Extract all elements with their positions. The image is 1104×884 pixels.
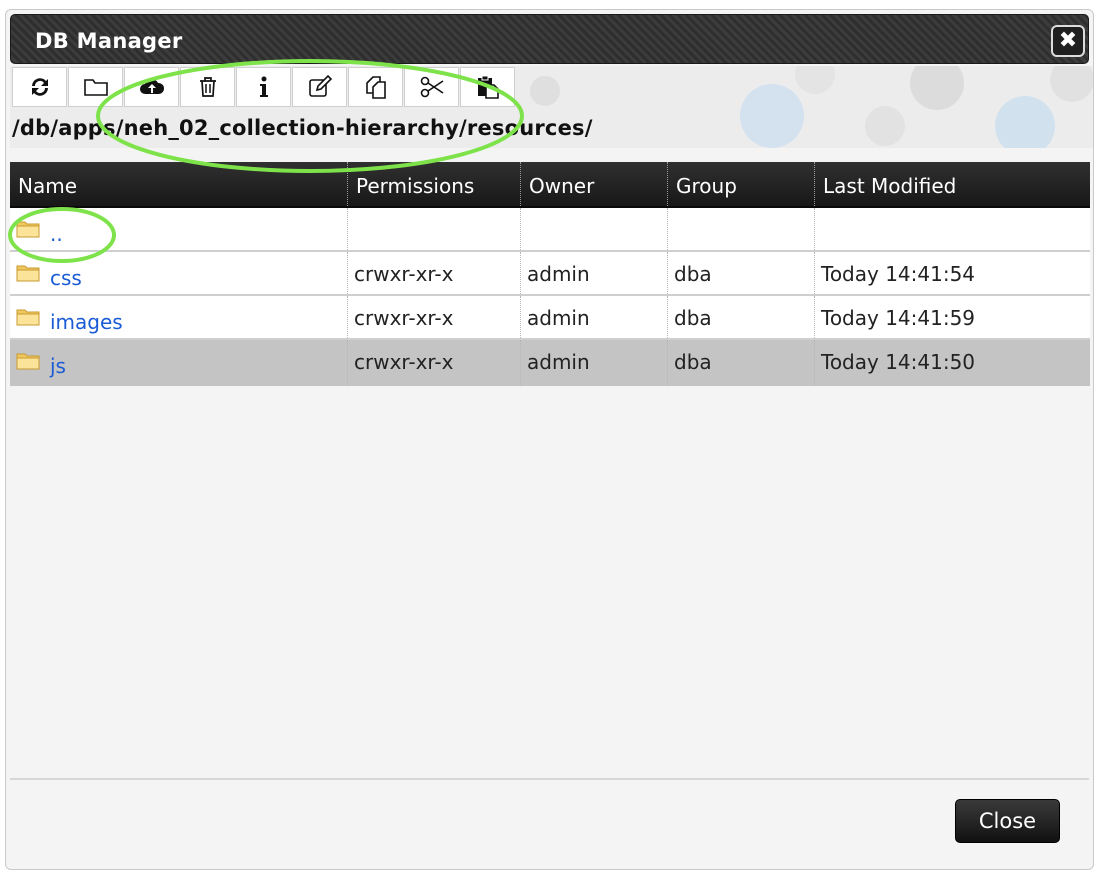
column-header-permissions[interactable]: Permissions [348, 162, 521, 206]
modified-cell: Today 14:41:50 [821, 350, 976, 374]
refresh-button[interactable] [12, 67, 67, 107]
name-cell: css [10, 252, 348, 294]
paste-icon [477, 75, 499, 99]
trash-icon [199, 77, 216, 97]
permissions-cell: crwxr-xr-x [348, 340, 521, 386]
name-cell: images [10, 296, 348, 338]
group-cell: dba [668, 296, 815, 338]
toolbar-area: /db/apps/neh_02_collection-hierarchy/res… [10, 66, 1093, 148]
info-button[interactable] [236, 67, 291, 107]
folder-icon [83, 79, 108, 96]
owner-cell: admin [521, 340, 668, 386]
modified-cell [815, 208, 1090, 250]
cut-button[interactable] [404, 67, 459, 107]
column-header-owner[interactable]: Owner [521, 162, 668, 206]
collection-table: Name Permissions Owner Group Last Modifi… [10, 162, 1090, 386]
group-cell [668, 208, 815, 250]
permissions-cell: crwxr-xr-x [348, 296, 521, 338]
owner-cell: admin [521, 296, 668, 338]
owner-cell: admin [521, 252, 668, 294]
new-collection-button[interactable] [68, 67, 123, 107]
name-cell: js [10, 340, 348, 386]
scissors-icon [420, 76, 443, 98]
cloud-upload-icon [139, 79, 164, 94]
folder-icon [16, 353, 40, 370]
footer-divider [10, 778, 1089, 780]
folder-icon [16, 309, 40, 326]
folder-icon [16, 265, 40, 282]
column-header-group[interactable]: Group [668, 162, 815, 206]
table-row[interactable]: .. [10, 208, 1090, 252]
table-row-selected[interactable]: js crwxr-xr-x admin dba Today 14:41:50 [10, 340, 1090, 386]
table-header: Name Permissions Owner Group Last Modifi… [10, 162, 1090, 208]
table-row[interactable]: images crwxr-xr-x admin dba Today 14:41:… [10, 296, 1090, 340]
collection-link[interactable]: images [50, 310, 123, 334]
refresh-icon [31, 78, 48, 96]
info-icon [259, 76, 268, 97]
close-button[interactable]: Close [955, 799, 1060, 843]
dialog-titlebar: DB Manager ✖ [10, 14, 1089, 64]
copy-icon [365, 76, 386, 99]
paste-button[interactable] [460, 67, 515, 107]
modified-cell: Today 14:41:54 [821, 262, 976, 286]
folder-icon [16, 221, 40, 238]
permissions-cell [348, 208, 521, 250]
group-cell: dba [668, 340, 815, 386]
owner-cell [521, 208, 668, 250]
rename-button[interactable] [292, 67, 347, 107]
modified-cell: Today 14:41:59 [821, 306, 976, 330]
edit-icon [308, 74, 332, 97]
collection-link[interactable]: css [50, 266, 82, 290]
close-icon[interactable]: ✖ [1051, 25, 1085, 57]
name-cell: .. [10, 208, 348, 250]
copy-button[interactable] [348, 67, 403, 107]
db-manager-dialog: DB Manager ✖ /db/apps/neh_02_collection-… [5, 9, 1094, 870]
dialog-title: DB Manager [35, 29, 183, 53]
upload-button[interactable] [124, 67, 179, 107]
column-header-name[interactable]: Name [10, 162, 348, 206]
column-header-last-modified[interactable]: Last Modified [815, 162, 1090, 206]
group-cell: dba [668, 252, 815, 294]
table-row[interactable]: css crwxr-xr-x admin dba Today 14:41:54 [10, 252, 1090, 296]
toolbar [12, 67, 515, 107]
parent-collection-link[interactable]: .. [50, 222, 63, 246]
delete-button[interactable] [180, 67, 235, 107]
permissions-cell: crwxr-xr-x [348, 252, 521, 294]
collection-link[interactable]: js [50, 354, 66, 378]
current-path: /db/apps/neh_02_collection-hierarchy/res… [12, 116, 593, 140]
